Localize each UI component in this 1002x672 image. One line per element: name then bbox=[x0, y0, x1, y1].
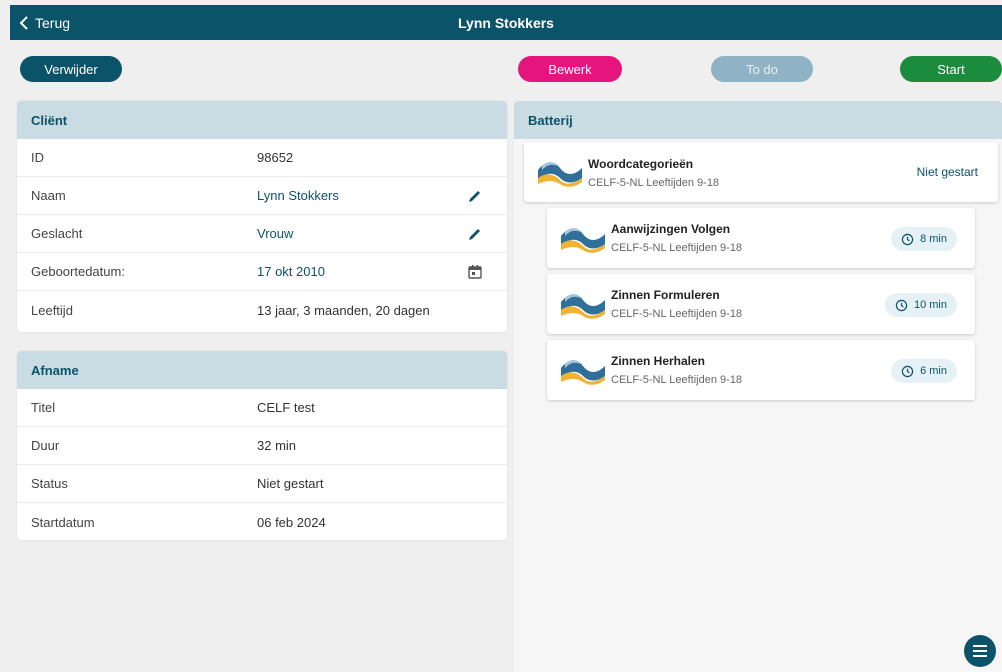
client-row-name: Naam Lynn Stokkers bbox=[17, 177, 507, 215]
row-label: Status bbox=[31, 476, 68, 491]
client-card: Cliënt ID 98652 Naam Lynn Stokkers Gesla… bbox=[17, 101, 507, 332]
celf-wave-logo bbox=[538, 162, 582, 187]
row-value: Vrouw bbox=[257, 226, 294, 241]
menu-button[interactable] bbox=[964, 635, 996, 667]
duration-badge: 6 min bbox=[891, 359, 957, 383]
subtest-card[interactable]: Zinnen Formuleren CELF-5-NL Leeftijden 9… bbox=[547, 274, 975, 334]
afname-card: Afname Titel CELF test Duur 32 min Statu… bbox=[17, 351, 507, 540]
celf-wave-logo bbox=[561, 360, 605, 385]
client-card-title: Cliënt bbox=[17, 101, 507, 139]
test-subtitle: CELF-5-NL Leeftijden 9-18 bbox=[611, 374, 743, 386]
afname-row-duration: Duur 32 min bbox=[17, 427, 507, 465]
pencil-icon[interactable] bbox=[467, 188, 483, 204]
duration-badge: 10 min bbox=[884, 293, 957, 317]
celf-wave-logo bbox=[561, 294, 605, 319]
row-value: Lynn Stokkers bbox=[257, 188, 339, 203]
start-button[interactable]: Start bbox=[900, 56, 1002, 82]
row-label: Titel bbox=[31, 400, 56, 415]
afname-card-title: Afname bbox=[17, 351, 507, 389]
top-bar: Terug Lynn Stokkers bbox=[10, 5, 1002, 40]
test-name: Woordcategorieën bbox=[588, 157, 694, 171]
row-value: 17 okt 2010 bbox=[257, 264, 325, 279]
row-value: 06 feb 2024 bbox=[257, 514, 326, 530]
row-value: CELF test bbox=[257, 400, 315, 415]
afname-row-startdate: Startdatum 06 feb 2024 bbox=[17, 503, 507, 540]
todo-button[interactable]: To do bbox=[711, 56, 813, 82]
row-label: Startdatum bbox=[31, 514, 95, 530]
row-label: Geboortedatum: bbox=[31, 264, 125, 279]
status-badge: Niet gestart bbox=[916, 165, 978, 179]
back-button[interactable]: Terug bbox=[18, 5, 70, 40]
test-name: Zinnen Formuleren bbox=[611, 288, 720, 302]
client-row-id: ID 98652 bbox=[17, 139, 507, 177]
calendar-icon[interactable] bbox=[467, 264, 483, 280]
row-label: Geslacht bbox=[31, 226, 83, 241]
test-subtitle: CELF-5-NL Leeftijden 9-18 bbox=[588, 177, 720, 189]
clock-icon bbox=[895, 299, 908, 311]
celf-wave-logo bbox=[561, 228, 605, 253]
duration-text: 10 min bbox=[913, 299, 947, 311]
row-value: Niet gestart bbox=[257, 476, 324, 491]
pencil-icon[interactable] bbox=[467, 226, 483, 242]
client-row-gender: Geslacht Vrouw bbox=[17, 215, 507, 253]
row-value: 13 jaar, 3 maanden, 20 dagen bbox=[257, 302, 430, 318]
battery-title: Batterij bbox=[514, 101, 1002, 139]
row-label: ID bbox=[31, 150, 44, 165]
edit-button[interactable]: Bewerk bbox=[518, 56, 622, 82]
duration-badge: 8 min bbox=[891, 227, 957, 251]
battery-main-test[interactable]: Woordcategorieën CELF-5-NL Leeftijden 9-… bbox=[524, 142, 998, 202]
subtest-card[interactable]: Zinnen Herhalen CELF-5-NL Leeftijden 9-1… bbox=[547, 340, 975, 400]
chevron-left-icon bbox=[19, 15, 28, 30]
row-value: 98652 bbox=[257, 150, 294, 165]
back-label: Terug bbox=[35, 14, 71, 31]
delete-button[interactable]: Verwijder bbox=[20, 56, 122, 82]
test-subtitle: CELF-5-NL Leeftijden 9-18 bbox=[611, 308, 743, 320]
clock-icon bbox=[901, 365, 914, 377]
afname-row-status: Status Niet gestart bbox=[17, 465, 507, 503]
clock-icon bbox=[901, 233, 914, 245]
duration-text: 8 min bbox=[920, 233, 947, 245]
row-label: Leeftijd bbox=[31, 302, 73, 318]
row-label: Naam bbox=[31, 188, 66, 203]
test-name: Aanwijzingen Volgen bbox=[611, 222, 731, 236]
duration-text: 6 min bbox=[920, 365, 947, 377]
test-subtitle: CELF-5-NL Leeftijden 9-18 bbox=[611, 242, 743, 254]
menu-icon bbox=[973, 645, 987, 657]
page-title: Lynn Stokkers bbox=[458, 14, 554, 31]
row-value: 32 min bbox=[257, 438, 297, 453]
afname-row-title: Titel CELF test bbox=[17, 389, 507, 427]
subtest-card[interactable]: Aanwijzingen Volgen CELF-5-NL Leeftijden… bbox=[547, 208, 975, 268]
client-row-birthdate: Geboortedatum: 17 okt 2010 bbox=[17, 253, 507, 291]
test-name: Zinnen Herhalen bbox=[611, 354, 706, 368]
client-row-age: Leeftijd 13 jaar, 3 maanden, 20 dagen bbox=[17, 291, 507, 329]
row-label: Duur bbox=[31, 438, 60, 453]
